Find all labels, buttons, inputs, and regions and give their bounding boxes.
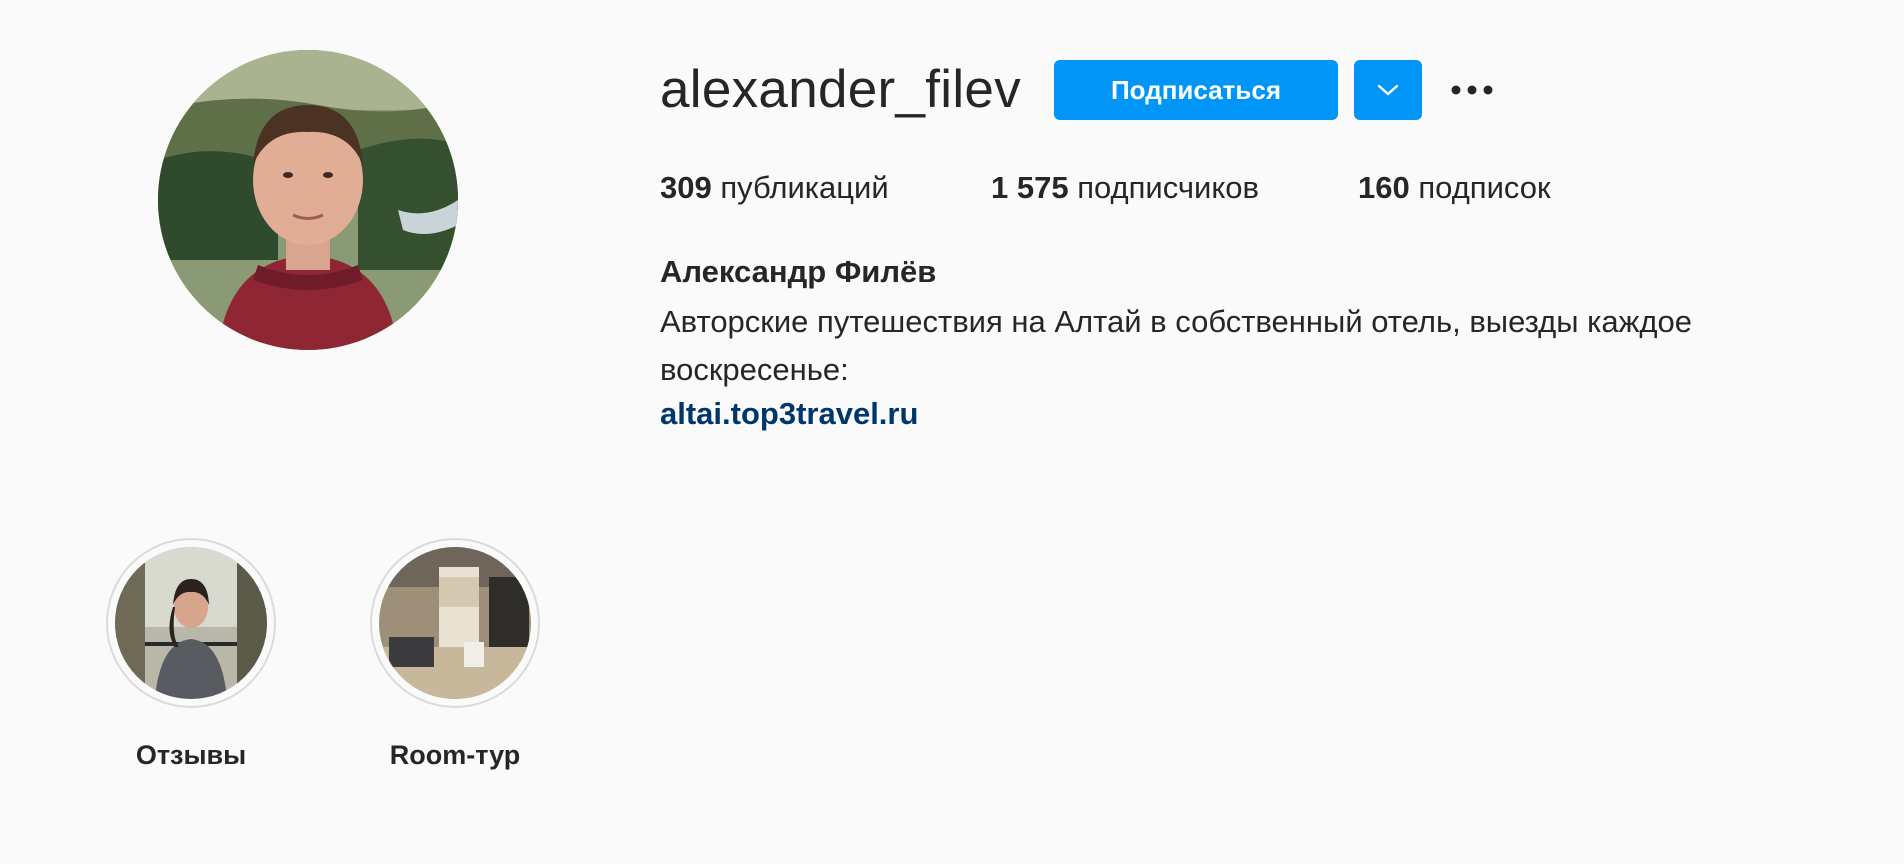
more-options-icon xyxy=(1451,85,1493,95)
highlight-ring xyxy=(370,538,540,708)
stat-followers-count: 1 575 xyxy=(991,170,1069,205)
stat-following[interactable]: 160 подписок xyxy=(1358,168,1551,208)
profile-avatar[interactable] xyxy=(158,50,458,350)
stat-posts-count: 309 xyxy=(660,170,712,205)
chevron-down-icon xyxy=(1377,84,1399,96)
stat-posts-label: публикаций xyxy=(720,170,889,205)
follow-button[interactable]: Подписаться xyxy=(1054,60,1338,120)
highlight-label: Room-тур xyxy=(389,740,521,770)
profile-website-link[interactable]: altai.top3travel.ru xyxy=(660,394,918,434)
stat-followers[interactable]: 1 575 подписчиков xyxy=(991,168,1259,208)
highlight-room-tour[interactable]: Room-тур xyxy=(370,538,540,772)
profile-bio: Авторские путешествия на Алтай в собстве… xyxy=(660,304,1692,387)
highlight-cover-image xyxy=(379,547,531,699)
stat-following-count: 160 xyxy=(1358,170,1410,205)
profile-username: alexander_filev xyxy=(660,60,1022,119)
highlight-ring xyxy=(106,538,276,708)
highlight-cover-image xyxy=(115,547,267,699)
suggestions-dropdown-button[interactable] xyxy=(1354,60,1422,120)
stat-following-label: подписок xyxy=(1418,170,1551,205)
profile-full-name: Александр Филёв xyxy=(660,254,937,289)
stat-followers-label: подписчиков xyxy=(1077,170,1259,205)
highlight-reviews[interactable]: Отзывы xyxy=(106,538,276,772)
stat-posts: 309 публикаций xyxy=(660,168,889,208)
more-options-button[interactable] xyxy=(1446,70,1498,110)
highlight-label: Отзывы xyxy=(135,740,247,770)
